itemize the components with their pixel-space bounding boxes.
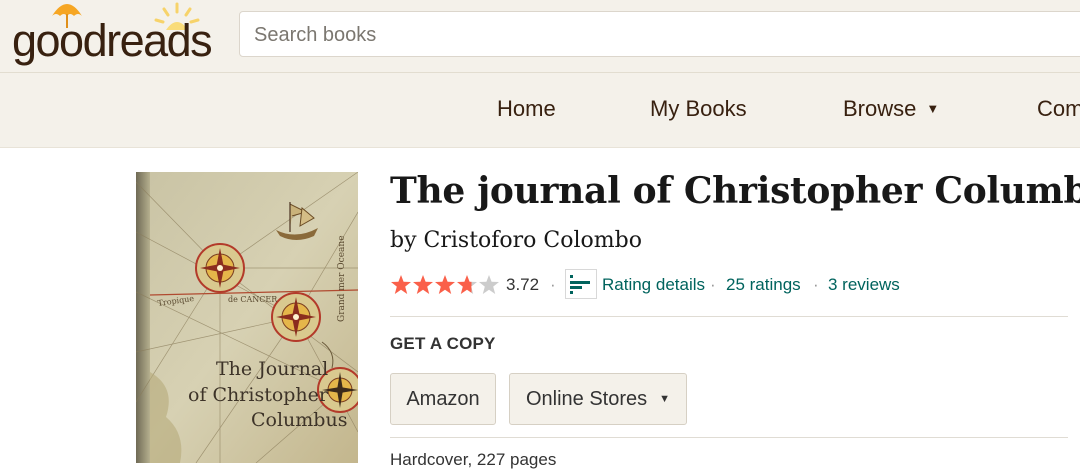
amazon-button[interactable]: Amazon xyxy=(390,373,496,425)
divider xyxy=(390,316,1068,317)
search-input[interactable] xyxy=(252,21,1036,49)
star-empty-icon xyxy=(479,275,499,294)
separator-dot: · xyxy=(550,275,556,294)
nav-item-label: My Books xyxy=(650,96,747,121)
book-cover[interactable]: de CANCER Tropique Grand mer Oceane The … xyxy=(136,172,358,463)
separator-dot: · xyxy=(710,275,716,294)
get-a-copy-heading: GET A COPY xyxy=(390,334,496,353)
book-format-details: Hardcover, 227 pages xyxy=(390,450,557,469)
nav-item-browse[interactable]: Browse ▼ xyxy=(843,96,939,122)
caret-down-icon: ▼ xyxy=(659,393,671,405)
star-half-icon xyxy=(457,275,477,294)
book-title: The journal of Christopher Columbus xyxy=(390,170,1080,212)
online-stores-button[interactable]: Online Stores ▼ xyxy=(509,373,687,425)
map-text: Grand mer Oceane xyxy=(337,235,347,322)
compass-rose-1 xyxy=(195,243,245,293)
search-box[interactable] xyxy=(239,11,1080,57)
top-header: goodreads xyxy=(0,0,1080,73)
compass-rose-2 xyxy=(271,292,321,342)
online-stores-label: Online Stores xyxy=(525,387,648,410)
author-line: by Cristoforo Colombo xyxy=(390,228,642,253)
nav-item-home[interactable]: Home xyxy=(497,96,556,122)
rating-chart-icon[interactable] xyxy=(565,269,597,299)
main-nav: Home My Books Browse ▼ Com xyxy=(0,73,1080,148)
caret-down-icon: ▼ xyxy=(926,101,940,116)
star-rating xyxy=(391,275,499,294)
nav-item-label: Browse xyxy=(843,96,917,121)
logo-wordmark: goodreads xyxy=(12,15,213,66)
amazon-button-label: Amazon xyxy=(406,387,480,410)
book-cover-image: de CANCER Tropique Grand mer Oceane The … xyxy=(136,172,358,463)
reviews-count-link[interactable]: 3 reviews xyxy=(828,275,900,295)
nav-item-label: Com xyxy=(1037,96,1080,121)
cover-title-line: Columbus xyxy=(251,409,347,431)
divider xyxy=(390,437,1068,438)
map-text: de CANCER xyxy=(228,295,278,304)
nav-item-label: Home xyxy=(497,96,556,121)
star-icon xyxy=(413,275,433,294)
rating-details-link[interactable]: Rating details xyxy=(602,275,705,295)
cover-title-line: The Journal xyxy=(216,358,328,380)
cover-title-line: of Christopher xyxy=(188,384,329,406)
star-icon xyxy=(391,275,411,294)
author-link[interactable]: Cristoforo Colombo xyxy=(424,228,642,253)
separator-dot: · xyxy=(813,275,819,294)
by-label: by xyxy=(390,228,417,253)
nav-item-my-books[interactable]: My Books xyxy=(650,96,747,122)
ratings-count-link[interactable]: 25 ratings xyxy=(726,275,801,295)
nav-item-community[interactable]: Com xyxy=(1037,96,1080,122)
average-rating: 3.72 xyxy=(506,275,540,294)
star-icon xyxy=(435,275,455,294)
goodreads-logo[interactable]: goodreads xyxy=(12,2,227,66)
